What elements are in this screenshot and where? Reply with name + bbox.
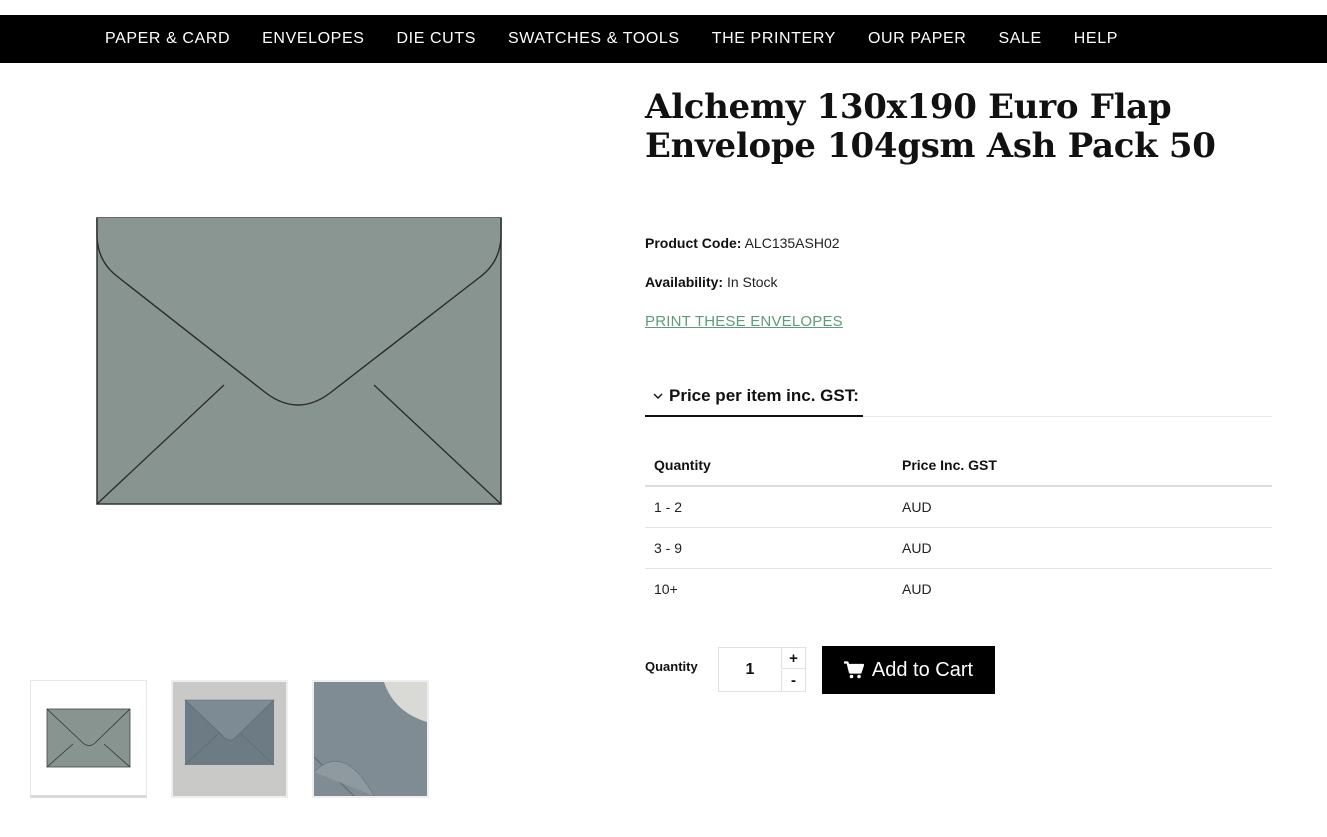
quantity-stepper: + - xyxy=(718,647,806,692)
price-column-header: Price Inc. GST xyxy=(893,445,1272,487)
nav-item-die-cuts[interactable]: DIE CUTS xyxy=(381,30,492,48)
nav-item-the-printery[interactable]: THE PRINTERY xyxy=(696,30,852,48)
price-tab-bar: Price per item inc. GST: xyxy=(645,377,1272,417)
main-nav: PAPER & CARD ENVELOPES DIE CUTS SWATCHES… xyxy=(0,15,1327,63)
price-tab-label: Price per item inc. GST: xyxy=(669,386,859,405)
quantity-increase-button[interactable]: + xyxy=(781,648,805,669)
thumbnail-strip xyxy=(30,680,453,798)
price-tab[interactable]: Price per item inc. GST: xyxy=(645,377,863,417)
quantity-input[interactable] xyxy=(719,648,781,691)
nav-item-sale[interactable]: SALE xyxy=(982,30,1057,48)
product-code: Product Code: ALC135ASH02 xyxy=(645,235,840,251)
thumbnail-1[interactable] xyxy=(30,680,147,798)
add-to-cart-button[interactable]: Add to Cart xyxy=(822,646,995,694)
price-cell: AUD xyxy=(893,527,1272,569)
table-row: 10+ AUD xyxy=(645,568,1272,609)
product-code-label: Product Code: xyxy=(645,235,742,251)
envelope-thumb-icon xyxy=(33,683,144,793)
product-main-image[interactable] xyxy=(96,217,502,505)
price-table: Quantity Price Inc. GST 1 - 2 AUD 3 - 9 … xyxy=(645,445,1272,609)
chevron-down-icon xyxy=(653,393,663,399)
add-to-cart-label: Add to Cart xyxy=(871,658,974,681)
nav-item-our-paper[interactable]: OUR PAPER xyxy=(852,30,982,48)
shopping-cart-icon xyxy=(843,661,864,679)
envelope-image xyxy=(96,217,502,505)
availability-label: Availability: xyxy=(645,274,724,290)
quantity-decrease-button[interactable]: - xyxy=(781,670,805,691)
product-title: Alchemy 130x190 Euro Flap Envelope 104gs… xyxy=(645,87,1216,166)
price-table-header: Quantity Price Inc. GST xyxy=(645,445,1272,487)
price-cell: AUD xyxy=(902,580,932,597)
nav-item-help[interactable]: HELP xyxy=(1058,30,1134,48)
table-row: 1 - 2 AUD xyxy=(645,486,1272,528)
thumbnail-3[interactable] xyxy=(312,680,429,798)
envelope-photo-thumb-icon xyxy=(173,682,286,796)
availability-value: In Stock xyxy=(726,274,778,290)
price-cell: AUD xyxy=(893,486,1272,528)
thumbnail-2[interactable] xyxy=(171,680,288,798)
quantity-column-header: Quantity xyxy=(645,445,893,487)
table-row: 3 - 9 AUD xyxy=(645,527,1272,569)
nav-item-envelopes[interactable]: ENVELOPES xyxy=(246,30,380,48)
nav-item-paper-card[interactable]: PAPER & CARD xyxy=(89,30,246,48)
product-code-value: ALC135ASH02 xyxy=(744,235,840,251)
quantity-cell: 3 - 9 xyxy=(645,527,893,569)
envelope-closeup-thumb-icon xyxy=(314,682,427,796)
availability: Availability: In Stock xyxy=(645,274,778,290)
quantity-label: Quantity xyxy=(645,659,698,674)
quantity-cell: 1 - 2 xyxy=(645,486,893,528)
nav-item-swatches-tools[interactable]: SWATCHES & TOOLS xyxy=(492,30,696,48)
print-envelopes-link[interactable]: PRINT THESE ENVELOPES xyxy=(645,313,843,330)
quantity-cell: 10+ xyxy=(654,580,678,597)
